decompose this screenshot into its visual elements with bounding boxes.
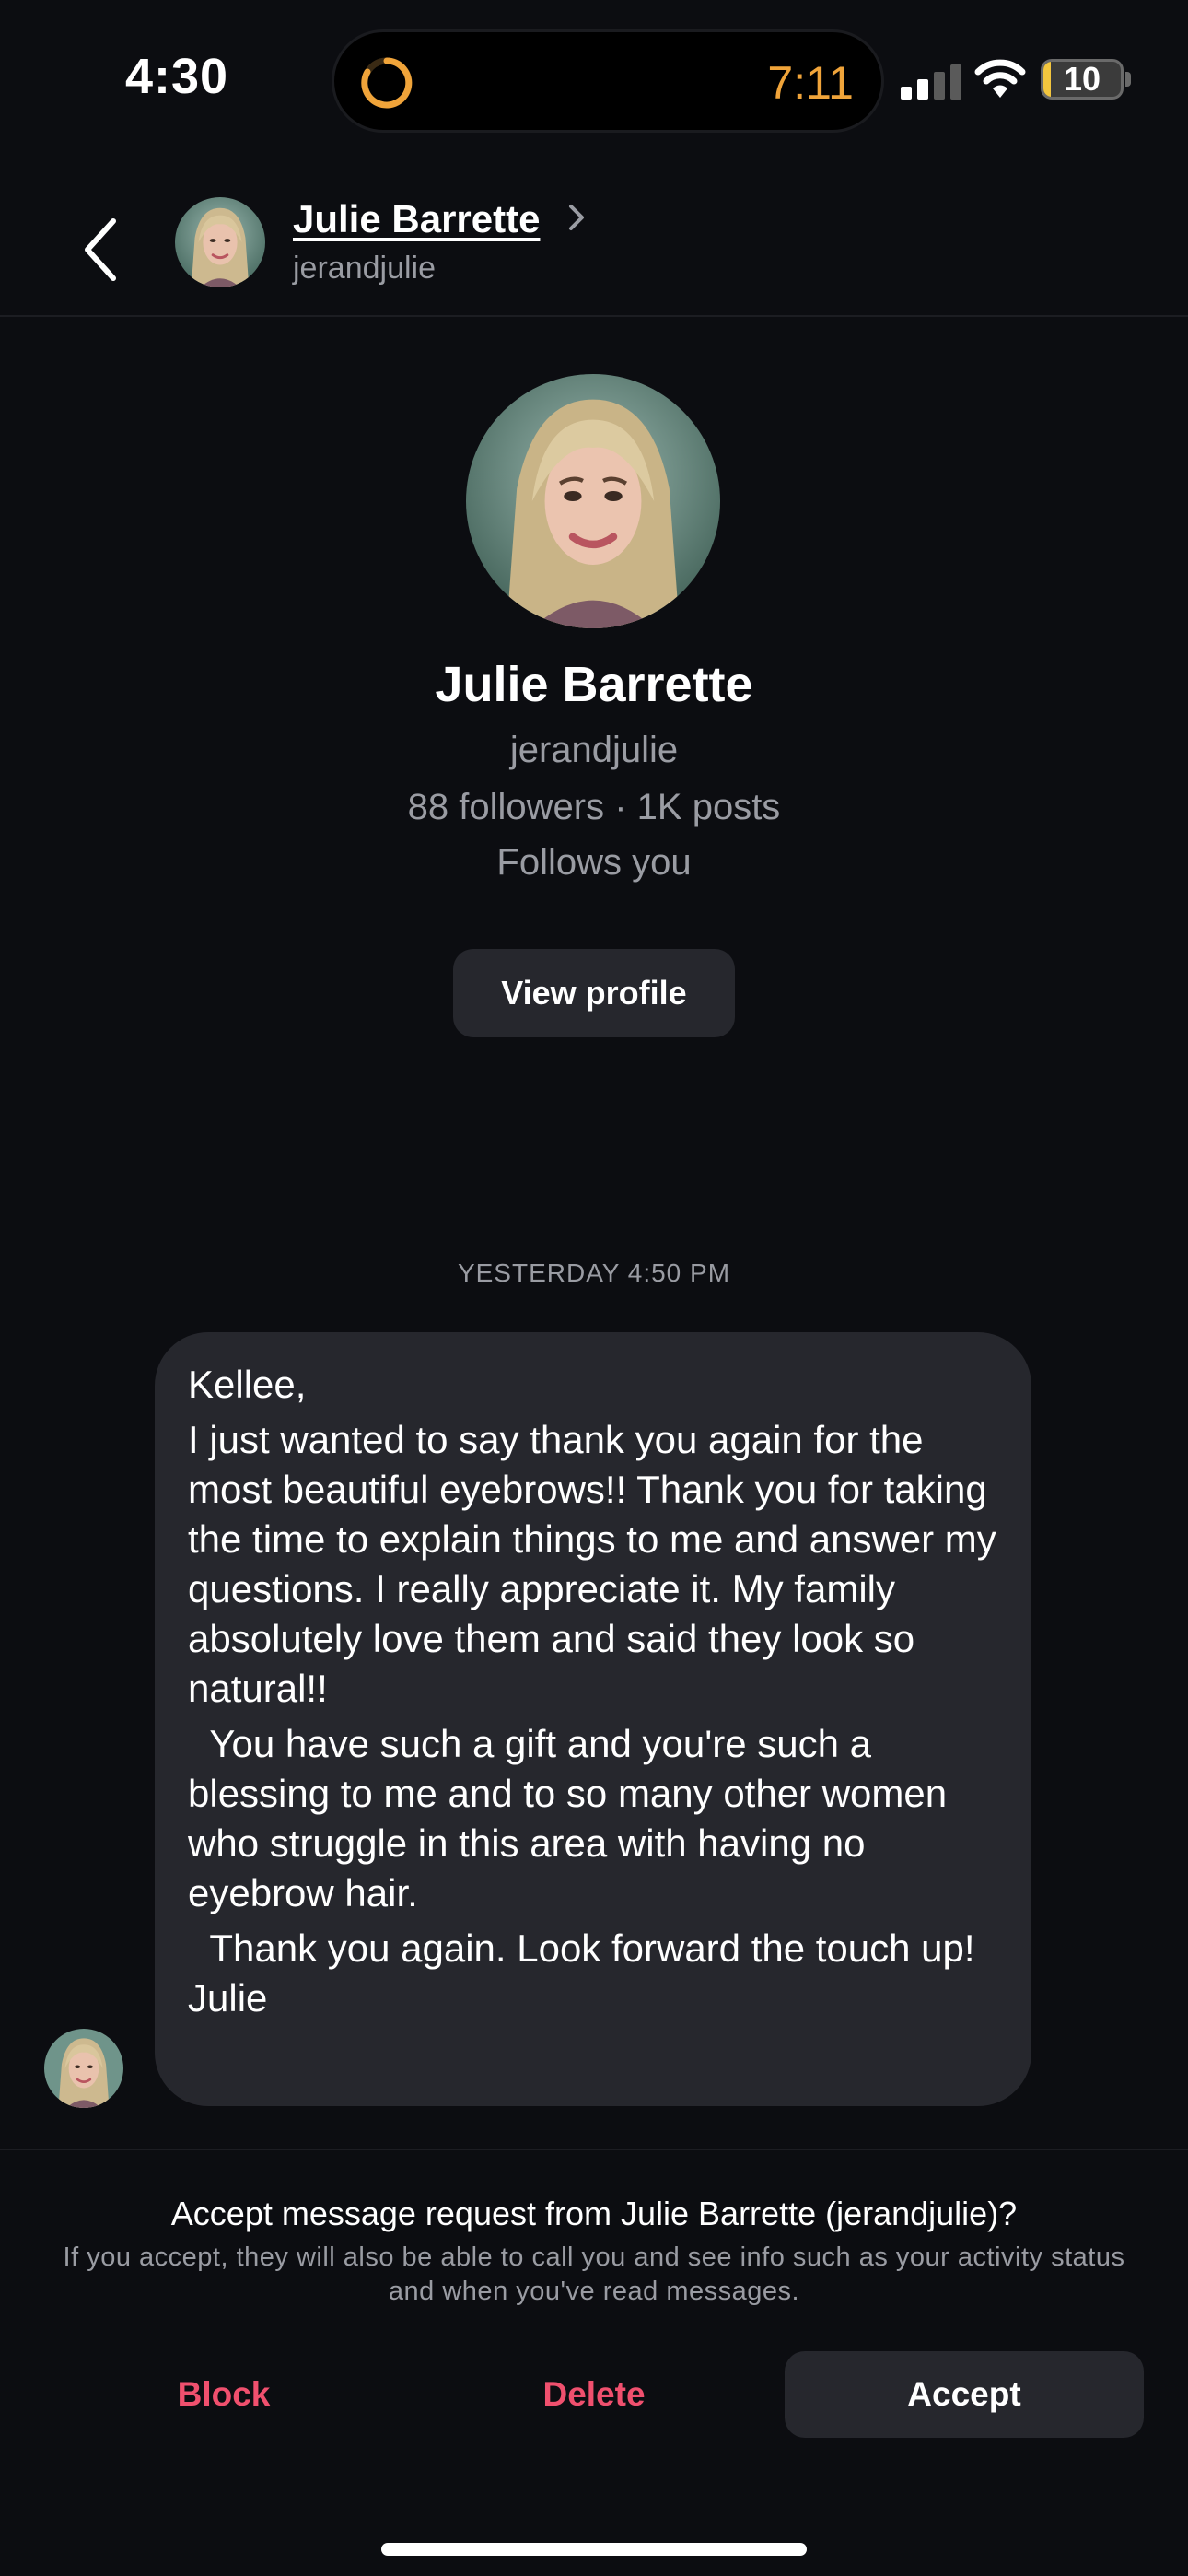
header-handle: jerandjulie (293, 251, 436, 286)
home-indicator[interactable] (381, 2543, 807, 2556)
sender-avatar[interactable] (44, 2029, 123, 2108)
header-name[interactable]: Julie Barrette (293, 197, 540, 241)
message-paragraph: I just wanted to say thank you again for… (188, 1418, 1007, 1710)
wifi-icon (974, 57, 1026, 100)
timer-ring-icon (358, 54, 415, 111)
back-button[interactable] (68, 208, 133, 291)
screen: 4:30 7:11 10 Julie Barrette jerandjulie … (0, 0, 1188, 2576)
profile-avatar[interactable] (466, 374, 720, 628)
chevron-left-icon (85, 218, 116, 281)
profile-handle: jerandjulie (509, 730, 679, 770)
message-paragraph: You have such a gift and you're such a b… (188, 1722, 958, 1914)
message-paragraph: Thank you again. Look forward the touch … (188, 1926, 975, 2020)
accept-button[interactable]: Accept (785, 2351, 1144, 2438)
message-paragraph: Kellee, (188, 1363, 307, 1406)
delete-button[interactable]: Delete (425, 2351, 763, 2438)
profile-stats: 88 followers · 1K posts (407, 787, 781, 827)
follows-you-label: Follows you (496, 842, 692, 883)
message-bubble[interactable]: Kellee, I just wanted to say thank you a… (155, 1332, 1031, 2106)
dynamic-island[interactable]: 7:11 (332, 29, 884, 133)
battery-percent: 10 (1063, 60, 1101, 98)
header-avatar[interactable] (175, 197, 265, 287)
status-time: 4:30 (125, 49, 229, 104)
battery-icon: 10 (1041, 59, 1124, 100)
request-title: Accept message request from Julie Barret… (170, 2195, 1018, 2232)
battery-tip (1125, 72, 1131, 87)
divider (0, 2149, 1188, 2150)
timer-text: 7:11 (767, 57, 854, 109)
message-timestamp: YESTERDAY 4:50 PM (457, 1259, 731, 1287)
block-button[interactable]: Block (55, 2351, 392, 2438)
profile-name: Julie Barrette (435, 657, 753, 712)
request-subtitle: If you accept, they will also be able to… (63, 2242, 1125, 2306)
chevron-right-icon[interactable] (564, 199, 591, 236)
cellular-signal-icon (901, 64, 965, 100)
chat-header: Julie Barrette jerandjulie (0, 175, 1188, 317)
view-profile-button[interactable]: View profile (453, 949, 735, 1037)
